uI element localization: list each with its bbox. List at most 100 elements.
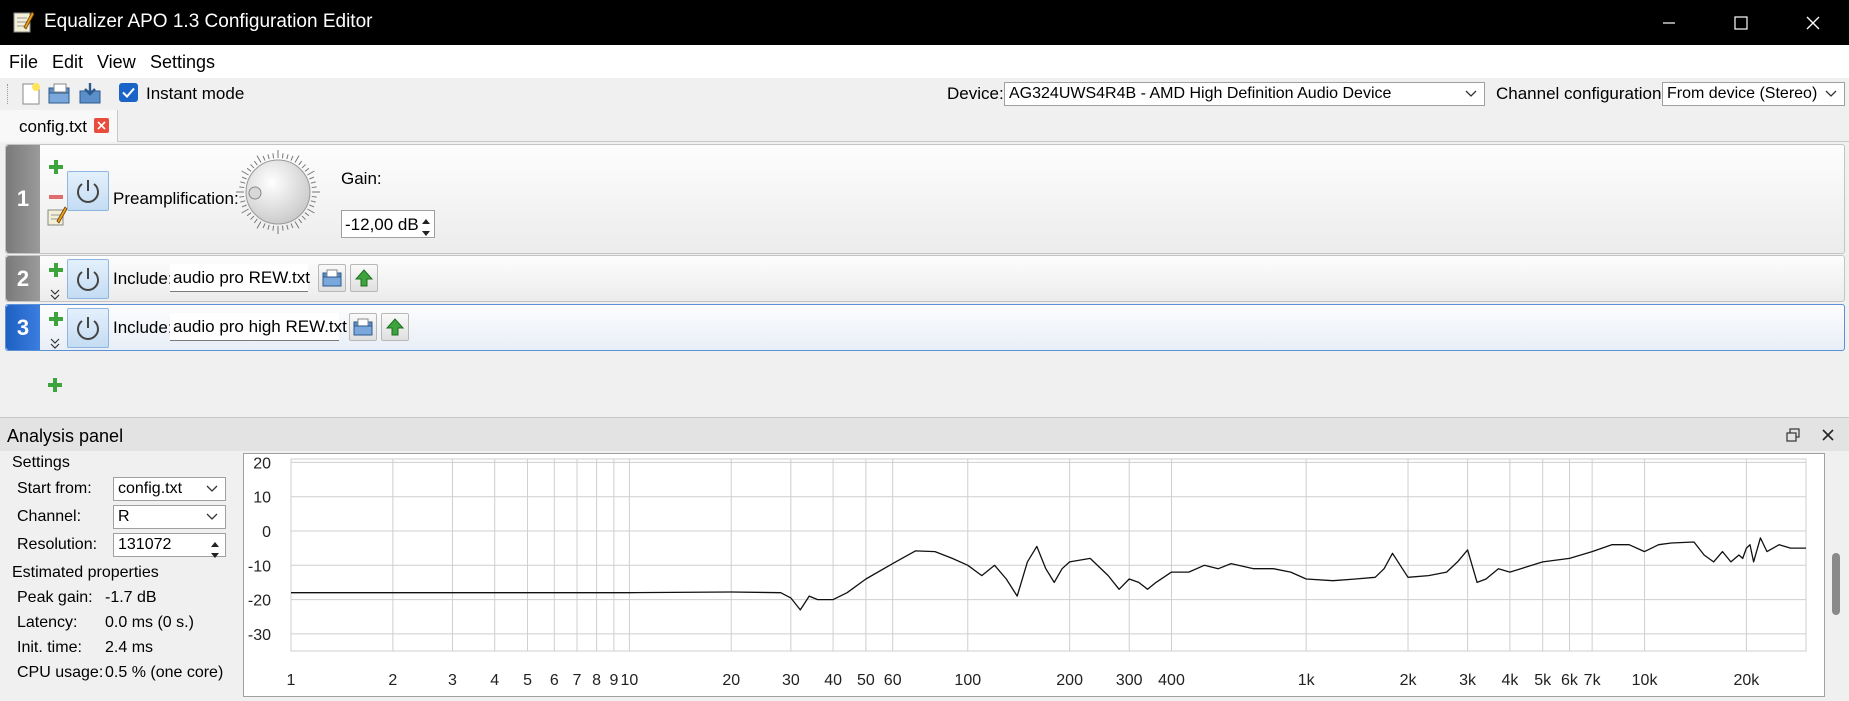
- add-filter-icon[interactable]: [48, 262, 64, 278]
- analysis-settings: Settings Start from: config.txt Channel:…: [0, 451, 243, 700]
- power-toggle-button[interactable]: [67, 171, 109, 211]
- close-panel-icon[interactable]: [1820, 427, 1836, 443]
- tab-config-label: config.txt: [19, 117, 88, 136]
- arrow-up-icon: [354, 269, 374, 287]
- x-tick-label: 5: [523, 672, 532, 689]
- open-include-button[interactable]: [381, 313, 409, 341]
- browse-file-button[interactable]: [318, 264, 346, 292]
- power-toggle-button[interactable]: [67, 259, 109, 299]
- channel-config-dropdown[interactable]: From device (Stereo): [1662, 82, 1845, 106]
- close-button[interactable]: [1777, 0, 1849, 45]
- knob-tick: [256, 155, 262, 163]
- tab-close-icon[interactable]: [94, 118, 109, 133]
- y-tick-label: 10: [253, 490, 271, 507]
- filter-row-include-2[interactable]: 3 Include: audio pro high REW.txt: [5, 304, 1845, 351]
- latency-value: 0.0 ms (0 s.): [105, 614, 194, 631]
- open-include-button[interactable]: [350, 264, 378, 292]
- x-tick-label: 8: [592, 672, 601, 689]
- expand-icon[interactable]: [48, 286, 62, 300]
- float-panel-icon[interactable]: [1785, 427, 1801, 443]
- chart-scrollbar[interactable]: [1825, 453, 1849, 697]
- knob-tick: [307, 208, 315, 214]
- x-tick-label: 6: [550, 672, 559, 689]
- x-tick-label: 50: [857, 672, 875, 689]
- resolution-value: 131072: [118, 536, 172, 553]
- chevron-down-icon: [1464, 87, 1478, 105]
- filter-number: 3: [6, 305, 40, 350]
- instant-mode-label[interactable]: Instant mode: [146, 84, 244, 104]
- maximize-button[interactable]: [1705, 0, 1777, 45]
- menu-settings[interactable]: Settings: [150, 52, 215, 73]
- include-file-value: audio pro REW.txt: [173, 268, 311, 287]
- title-bar: Equalizer APO 1.3 Configuration Editor: [0, 0, 1849, 45]
- knob-tick: [309, 176, 315, 180]
- knob-tick: [310, 181, 316, 184]
- knob-tick: [281, 225, 284, 231]
- device-dropdown-value: AG324UWS4R4B - AMD High Definition Audio…: [1009, 85, 1392, 102]
- frequency-response-chart[interactable]: 1 2 3 4 5 6 7 8 9 10 20 30 40 50 60 100 200 300 400 1k 2k 3k 4…: [243, 453, 1825, 697]
- power-icon: [77, 180, 99, 203]
- analysis-panel-title: Analysis panel: [7, 426, 124, 446]
- x-tick-label: 7: [573, 672, 582, 689]
- x-tick-label: 7k: [1584, 672, 1602, 689]
- spin-up-icon[interactable]: [208, 535, 222, 547]
- spin-down-icon[interactable]: [208, 546, 222, 558]
- knob-tick: [298, 218, 303, 224]
- filter-row-include-1[interactable]: 2 Include: audio pro REW.txt: [5, 255, 1845, 302]
- menu-view[interactable]: View: [97, 52, 136, 73]
- gain-knob[interactable]: [235, 149, 321, 235]
- menu-file[interactable]: File: [9, 52, 38, 73]
- remove-filter-icon[interactable]: [48, 189, 64, 205]
- open-folder-icon[interactable]: [47, 82, 73, 106]
- chevron-down-icon: [205, 510, 219, 528]
- start-from-value: config.txt: [118, 480, 183, 497]
- edit-filter-icon[interactable]: [46, 205, 68, 227]
- browse-file-button[interactable]: [349, 313, 377, 341]
- latency-label: Latency:: [17, 614, 78, 631]
- knob-tick: [250, 164, 255, 169]
- knob-tick: [309, 204, 315, 208]
- x-tick-label: 4k: [1501, 672, 1519, 689]
- add-filter-icon[interactable]: [47, 377, 63, 393]
- save-icon[interactable]: [78, 82, 104, 106]
- x-tick-label: 2k: [1400, 672, 1418, 689]
- x-tick-label: 30: [782, 672, 800, 689]
- include-label: Include:: [113, 269, 173, 288]
- x-tick-label: 5k: [1534, 672, 1552, 689]
- knob-tick: [311, 195, 317, 198]
- expand-icon[interactable]: [48, 335, 62, 349]
- scrollbar-thumb[interactable]: [1832, 553, 1840, 615]
- power-toggle-button[interactable]: [67, 308, 109, 348]
- knob-tick: [290, 155, 294, 161]
- include-file-input[interactable]: audio pro REW.txt: [170, 264, 311, 292]
- settings-group-title: Settings: [12, 454, 70, 471]
- x-tick-label: 20: [722, 672, 740, 689]
- spin-down-icon[interactable]: [419, 224, 433, 236]
- device-dropdown[interactable]: AG324UWS4R4B - AMD High Definition Audio…: [1004, 82, 1485, 106]
- add-filter-icon[interactable]: [48, 159, 64, 175]
- spin-up-icon[interactable]: [419, 212, 433, 224]
- knob-tick: [240, 181, 246, 184]
- filter-row-preamp[interactable]: 1 Preamplification: Gain: -12,00 dB: [5, 144, 1845, 254]
- knob-tick: [267, 154, 270, 160]
- start-from-dropdown[interactable]: config.txt: [113, 477, 226, 501]
- analysis-panel-header: Analysis panel: [0, 417, 1849, 451]
- tab-config[interactable]: config.txt: [0, 110, 118, 143]
- minimize-button[interactable]: [1633, 0, 1705, 45]
- knob-tick: [304, 167, 310, 172]
- filter-number: 2: [6, 256, 40, 301]
- menu-edit[interactable]: Edit: [52, 52, 83, 73]
- tab-bar: config.txt: [0, 110, 1849, 143]
- knob-tick: [239, 195, 245, 198]
- instant-mode-checkbox[interactable]: [119, 83, 138, 102]
- new-file-icon[interactable]: [19, 82, 43, 106]
- include-file-input[interactable]: audio pro high REW.txt: [170, 313, 347, 341]
- channel-dropdown[interactable]: R: [113, 505, 226, 529]
- device-label: Device:: [947, 84, 1004, 103]
- knob-tick: [241, 170, 249, 176]
- add-filter-icon[interactable]: [48, 311, 64, 327]
- knob-tick: [301, 164, 306, 169]
- x-tick-label: 60: [884, 672, 902, 689]
- chevron-down-icon: [205, 482, 219, 500]
- window-title: Equalizer APO 1.3 Configuration Editor: [44, 11, 373, 32]
